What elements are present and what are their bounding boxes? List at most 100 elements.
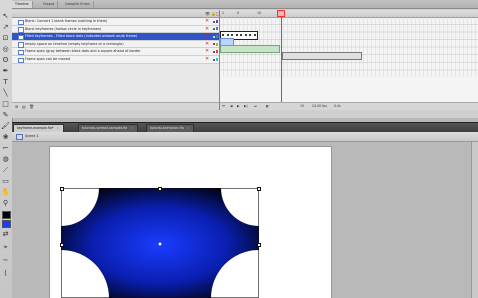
document-tab[interactable]: tutorials-symbol-samples.fla × (78, 124, 138, 132)
layer-row[interactable]: Filled keyframes - Filled black dots (in… (12, 33, 219, 41)
layer-name[interactable]: empty space on timeline (empty keyframe … (25, 41, 205, 48)
layer-row[interactable]: Frame span (gray between black dots and … (12, 48, 219, 56)
new-layer-icon[interactable]: ⊞ (15, 104, 18, 109)
straighten-icon[interactable]: ⟨ (1, 269, 10, 278)
layer-name[interactable]: Blank: Convert 1 blank frames (nothing i… (25, 18, 205, 25)
layer-row[interactable]: Blank keyframes (hollow circle in keyfra… (12, 25, 219, 34)
delete-layer-icon[interactable]: 🗑 (29, 104, 34, 109)
tab-compiler-errors[interactable]: Compiler Errors (62, 1, 94, 8)
3d-rotation-tool-icon[interactable]: ◎ (1, 45, 10, 54)
snap-to-objects-icon[interactable]: ⌖ (1, 243, 10, 252)
vertical-scrollbar[interactable] (471, 142, 478, 298)
eye-icon[interactable]: 👁 (205, 11, 210, 16)
document-tab-bar: keyframe-example.fla* × tutorials-symbol-… (12, 122, 478, 132)
layer-icon (18, 27, 24, 33)
lock-toggle-icon[interactable] (213, 43, 215, 46)
free-transform-tool-icon[interactable]: ⊡ (1, 34, 10, 43)
transform-handle[interactable] (60, 187, 64, 191)
deco-tool-icon[interactable]: ❀ (1, 133, 10, 142)
outline-color-swatch[interactable] (216, 42, 219, 46)
tab-output[interactable]: Output (40, 1, 59, 8)
elapsed-time: 0.4s (334, 104, 341, 108)
layer-name[interactable]: Filled keyframes - Filled black dots (in… (25, 33, 205, 40)
layer-row[interactable]: Frame span can be moved ✕ (12, 55, 219, 64)
outline-color-swatch[interactable] (216, 57, 219, 61)
line-tool-icon[interactable]: ╲ (1, 89, 10, 98)
frame-rate[interactable]: 24.00 fps (312, 103, 327, 110)
smooth-icon[interactable]: ∼ (1, 256, 10, 265)
layer-icon (18, 57, 24, 63)
frame-area[interactable]: 1 5 10 ⏮ ◀ ▶ ▶| ⏭ ◧ 10 24.00 fps 0.4s (220, 10, 478, 110)
transform-handle[interactable] (257, 187, 261, 191)
prev-frame-icon[interactable]: ◀ (230, 103, 232, 110)
hidden-layer-icon[interactable]: ✕ (205, 33, 209, 40)
swap-colors-icon[interactable]: ⇄ (1, 230, 10, 239)
outline-color-swatch[interactable] (216, 27, 219, 31)
lock-toggle-icon[interactable] (213, 50, 215, 53)
eraser-tool-icon[interactable]: ▭ (1, 177, 10, 186)
onion-skin-icon[interactable]: ◧ (266, 103, 269, 110)
first-frame-icon[interactable]: ⏮ (222, 103, 225, 110)
rectangle-tool-icon[interactable]: □ (1, 100, 10, 109)
text-tool-icon[interactable]: T (1, 78, 10, 87)
bone-tool-icon[interactable]: ⌐ (1, 144, 10, 153)
zoom-tool-icon[interactable]: ⚲ (1, 199, 10, 208)
frame-span[interactable] (220, 45, 280, 53)
stroke-color-swatch[interactable] (2, 211, 11, 219)
hand-tool-icon[interactable]: ✋ (1, 188, 10, 197)
lock-toggle-icon[interactable] (213, 35, 215, 38)
layer-name[interactable]: Blank keyframes (hollow circle in keyfra… (25, 26, 205, 33)
outline-color-swatch[interactable] (216, 50, 219, 54)
new-folder-icon[interactable]: ▤ (22, 104, 26, 109)
layer-name[interactable]: Frame span can be moved (25, 56, 205, 63)
outline-color-swatch[interactable] (216, 34, 219, 38)
layer-row[interactable]: empty space on timeline (empty keyframe … (12, 40, 219, 49)
document-tab[interactable]: tutorial-animation.fla × (146, 124, 195, 132)
transform-handle[interactable] (60, 243, 64, 247)
pen-tool-icon[interactable]: ✒ (1, 67, 10, 76)
close-icon[interactable]: × (56, 126, 59, 130)
outline-color-swatch[interactable] (216, 19, 219, 23)
tab-timeline[interactable]: Timeline (12, 1, 33, 8)
hidden-layer-icon[interactable]: ✕ (205, 56, 209, 63)
brush-tool-icon[interactable]: 🖌 (1, 122, 10, 131)
lock-toggle-icon[interactable] (213, 58, 215, 61)
transform-handle[interactable] (257, 243, 261, 247)
document-tab[interactable]: keyframe-example.fla* × (13, 124, 65, 132)
layer-footer: ⊞ ▤ 🗑 (12, 102, 219, 110)
play-icon[interactable]: ▶ (237, 103, 239, 110)
lock-toggle-icon[interactable] (213, 28, 215, 31)
frame-grid[interactable] (220, 17, 478, 77)
fill-color-swatch[interactable] (2, 220, 11, 228)
subselection-tool-icon[interactable]: ↗ (1, 23, 10, 32)
layer-name[interactable]: Frame span (gray between black dots and … (25, 48, 205, 55)
frame-span[interactable] (282, 52, 362, 60)
hidden-layer-icon[interactable]: ✕ (205, 41, 209, 48)
transform-handle[interactable] (158, 187, 162, 191)
layer-icon (18, 19, 24, 25)
close-icon[interactable]: × (187, 126, 190, 130)
next-frame-icon[interactable]: ▶| (244, 103, 248, 110)
playhead[interactable] (277, 10, 285, 17)
hidden-layer-icon[interactable]: ✕ (205, 48, 209, 55)
lock-toggle-icon[interactable] (213, 20, 215, 23)
layer-header: 👁 🔒 □ (12, 10, 220, 18)
edit-bar: Scene 1 (12, 132, 478, 142)
selection-tool-icon[interactable]: ↖ (1, 12, 10, 21)
eyedropper-tool-icon[interactable]: ⟋ (1, 166, 10, 175)
scene-icon (16, 134, 23, 140)
frame-number: 1 (222, 11, 225, 15)
selected-shape[interactable] (61, 188, 259, 298)
layer-list: 👁 🔒 □ Blank: Convert 1 blank frames (not… (12, 10, 220, 110)
layer-icon (18, 42, 24, 48)
lasso-tool-icon[interactable]: ʘ (1, 56, 10, 65)
layer-row[interactable]: Blank: Convert 1 blank frames (nothing i… (12, 18, 219, 26)
last-frame-icon[interactable]: ⏭ (254, 103, 257, 110)
paint-bucket-tool-icon[interactable]: ◍ (1, 155, 10, 164)
hidden-layer-icon[interactable]: ✕ (205, 26, 209, 33)
close-icon[interactable]: × (130, 126, 133, 130)
pencil-tool-icon[interactable]: ✎ (1, 111, 10, 120)
scene-breadcrumb[interactable]: Scene 1 (25, 133, 39, 140)
hidden-layer-icon[interactable]: ✕ (205, 18, 209, 25)
current-frame-playhead-value[interactable]: 10 (300, 103, 304, 110)
